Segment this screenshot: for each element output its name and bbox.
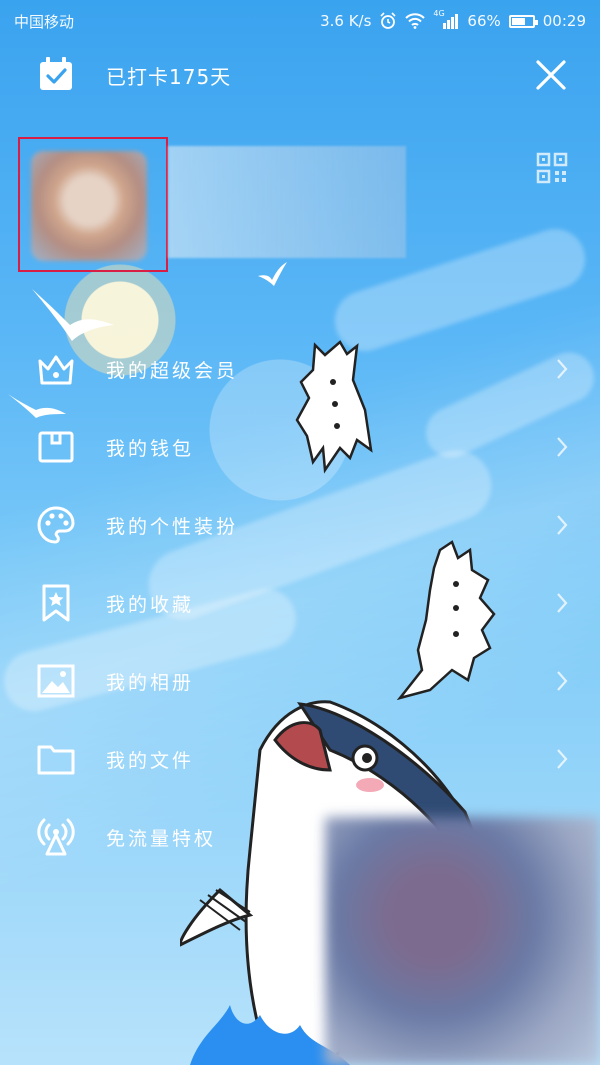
menu-item-album[interactable]: 我的相册	[0, 642, 600, 720]
menu-item-label: 我的个性装扮	[106, 516, 239, 538]
menu-item-label: 我的相册	[106, 672, 195, 694]
menu-item-label: 我的收藏	[106, 594, 195, 616]
menu-item-files[interactable]: 我的文件	[0, 720, 600, 798]
close-icon[interactable]	[534, 58, 568, 92]
clock: 00:29	[542, 12, 586, 30]
menu-item-free-data[interactable]: 免流量特权	[0, 798, 600, 876]
checkin-days-label[interactable]: 已打卡175天	[106, 61, 231, 90]
battery-percent: 66%	[467, 12, 501, 30]
menu-item-label: 我的钱包	[106, 438, 195, 460]
avatar-highlight-frame[interactable]	[18, 137, 168, 272]
qr-code-icon[interactable]	[536, 152, 568, 184]
username-blurred[interactable]	[168, 146, 406, 258]
signal-icon	[443, 14, 459, 29]
chevron-right-icon	[557, 437, 568, 457]
menu-item-personalize[interactable]: 我的个性装扮	[0, 486, 600, 564]
network-speed: 3.6 K/s	[320, 12, 372, 30]
signal-strength: 4G	[433, 9, 459, 29]
status-icons: 3.6 K/s 4G 66% 00:29	[320, 9, 586, 30]
wifi-icon	[405, 13, 426, 29]
checkin-header: 已打卡175天	[0, 48, 600, 100]
battery-level-fill	[511, 17, 525, 25]
avatar[interactable]	[31, 151, 147, 261]
photo-album-icon	[37, 664, 75, 698]
wallet-icon	[38, 431, 74, 463]
chevron-right-icon	[557, 671, 568, 691]
folder-icon	[37, 745, 75, 775]
menu-item-label: 我的文件	[106, 750, 195, 772]
menu-item-super-vip[interactable]: 我的超级会员	[0, 330, 600, 408]
carrier-name: 中国移动	[14, 12, 75, 31]
chevron-right-icon	[557, 749, 568, 769]
calendar-check-icon[interactable]	[38, 56, 74, 92]
palette-icon	[37, 506, 75, 544]
drawer-menu: 我的超级会员 我的钱包 我的个性装扮 我的收藏 我的相册 我的文件 免流量特权	[0, 330, 600, 876]
chevron-right-icon	[557, 593, 568, 613]
chevron-right-icon	[557, 359, 568, 379]
menu-item-favorites[interactable]: 我的收藏	[0, 564, 600, 642]
battery-icon	[508, 14, 538, 28]
chevron-right-icon	[557, 515, 568, 535]
crown-icon	[38, 355, 74, 385]
status-bar: 中国移动 3.6 K/s 4G 66% 00:29	[0, 0, 600, 42]
seagull-illustration	[258, 262, 287, 286]
menu-item-label: 免流量特权	[106, 828, 217, 850]
alarm-icon	[380, 12, 396, 29]
bookmark-star-icon	[42, 584, 70, 622]
menu-item-wallet[interactable]: 我的钱包	[0, 408, 600, 486]
menu-item-label: 我的超级会员	[106, 360, 239, 382]
antenna-icon	[37, 818, 75, 856]
